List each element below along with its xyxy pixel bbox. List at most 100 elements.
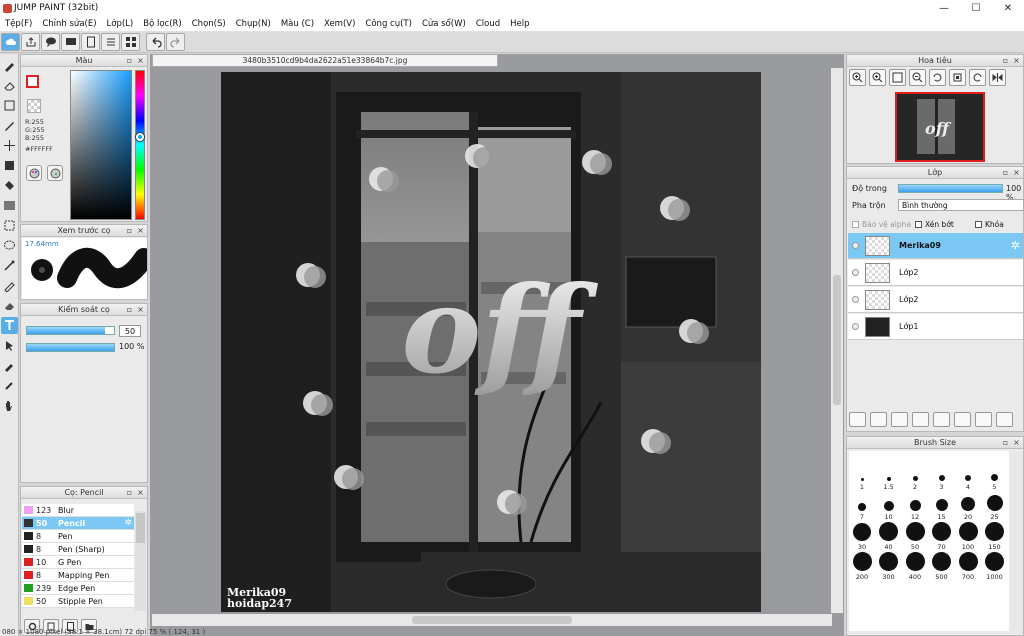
tool-lasso[interactable]	[1, 217, 18, 234]
panel-close-icon[interactable]: ×	[136, 305, 145, 314]
panel-float-icon[interactable]: ▫	[1001, 56, 1010, 65]
list-button[interactable]	[101, 33, 120, 51]
menu-file[interactable]: Tệp(F)	[0, 19, 37, 29]
brush-item[interactable]: 123 Blur	[22, 504, 134, 517]
brush-size-slider[interactable]	[26, 326, 115, 335]
rotate-right-button[interactable]	[969, 69, 986, 86]
brush-opacity-slider[interactable]	[26, 343, 115, 352]
gear-icon[interactable]: ✲	[1011, 239, 1020, 252]
duplicate-layer-button[interactable]	[954, 412, 971, 427]
undo-button[interactable]	[146, 33, 165, 51]
tool-eyedropper-2[interactable]	[1, 377, 18, 394]
visibility-toggle-icon[interactable]	[852, 323, 859, 330]
canvas-horizontal-scrollbar[interactable]	[152, 614, 832, 626]
brush-size-option[interactable]: 3	[929, 461, 955, 491]
menu-window[interactable]: Cửa sổ(W)	[417, 19, 471, 29]
brush-size-option[interactable]: 12	[902, 491, 928, 521]
protect-alpha-checkbox[interactable]: Bảo vệ alpha	[852, 220, 911, 229]
brush-size-option[interactable]: 100	[955, 521, 981, 551]
tool-select-eraser[interactable]	[1, 297, 18, 314]
close-button[interactable]: ✕	[992, 0, 1024, 16]
layer-row[interactable]: Lớp1	[848, 314, 1023, 340]
tool-fill[interactable]	[1, 177, 18, 194]
rotate-left-button[interactable]	[929, 69, 946, 86]
brush-size-option[interactable]: 1000	[982, 551, 1008, 581]
brush-size-option[interactable]: 10	[876, 491, 902, 521]
brush-item[interactable]: 8 Pen (Sharp)	[22, 543, 134, 556]
brush-size-option[interactable]: 25	[982, 491, 1008, 521]
tool-select-rect[interactable]	[1, 97, 18, 114]
zoom-in-2-button[interactable]	[869, 69, 886, 86]
menu-capture[interactable]: Chụp(N)	[231, 19, 276, 29]
visibility-toggle-icon[interactable]	[852, 242, 859, 249]
hue-slider[interactable]	[135, 70, 145, 220]
export-button[interactable]	[21, 33, 40, 51]
brush-size-option[interactable]: 40	[876, 521, 902, 551]
actual-size-button[interactable]	[949, 69, 966, 86]
minimize-button[interactable]: —	[928, 0, 960, 16]
brush-size-option[interactable]: 2	[902, 461, 928, 491]
new-layer-button[interactable]	[849, 412, 866, 427]
menu-color[interactable]: Màu (C)	[276, 19, 319, 29]
brush-item[interactable]: 50 Pencil ✲	[22, 517, 134, 530]
lock-checkbox[interactable]: Khóa	[975, 220, 1004, 229]
new-folder-button[interactable]	[933, 412, 950, 427]
brush-size-scrollbar[interactable]	[1011, 451, 1023, 631]
tool-free-select[interactable]	[1, 237, 18, 254]
tool-pen[interactable]	[1, 117, 18, 134]
brush-size-option[interactable]: 400	[902, 551, 928, 581]
navigator-thumbnail[interactable]: off	[895, 92, 985, 162]
brush-size-option[interactable]: 50	[902, 521, 928, 551]
menu-edit[interactable]: Chỉnh sửa(E)	[37, 19, 101, 29]
brush-size-option[interactable]: 30	[849, 521, 875, 551]
canvas-vertical-scrollbar[interactable]	[831, 68, 843, 613]
brush-size-option[interactable]: 15	[929, 491, 955, 521]
layer-row[interactable]: Lớp2	[848, 287, 1023, 313]
comment-button[interactable]	[41, 33, 60, 51]
clipping-checkbox[interactable]: Xén bớt	[915, 220, 954, 229]
panel-float-icon[interactable]: ▫	[125, 56, 134, 65]
transparent-color-swatch[interactable]	[27, 99, 41, 113]
panel-float-icon[interactable]: ▫	[1001, 168, 1010, 177]
panel-close-icon[interactable]: ×	[136, 488, 145, 497]
panel-close-icon[interactable]: ×	[136, 226, 145, 235]
hue-slider-handle[interactable]	[136, 133, 144, 141]
canvas-artwork[interactable]: off Merika09 hoidap247	[221, 72, 761, 612]
fit-window-button[interactable]	[889, 69, 906, 86]
visibility-toggle-icon[interactable]	[852, 296, 859, 303]
delete-layer-button[interactable]	[996, 412, 1013, 427]
panel-close-icon[interactable]: ×	[1012, 168, 1021, 177]
new-layer-1bit-button[interactable]	[891, 412, 908, 427]
tool-brush[interactable]	[1, 57, 18, 74]
document-tab[interactable]: 3480b3510cd9b4da2622a51e33864b7c.jpg	[152, 54, 498, 67]
gear-icon[interactable]: ✲	[124, 518, 132, 528]
flip-button[interactable]	[989, 69, 1006, 86]
brush-item[interactable]: 50 Stipple Pen	[22, 595, 134, 608]
tool-select-pen[interactable]	[1, 277, 18, 294]
tool-eraser[interactable]	[1, 77, 18, 94]
brush-item[interactable]: 10 G Pen	[22, 556, 134, 569]
zoom-in-button[interactable]	[849, 69, 866, 86]
layer-add-menu-button[interactable]	[912, 412, 929, 427]
tool-move[interactable]	[1, 137, 18, 154]
tool-hand[interactable]	[1, 397, 18, 414]
brush-size-option[interactable]: 1	[849, 461, 875, 491]
new-layer-8bit-button[interactable]	[870, 412, 887, 427]
menu-tools[interactable]: Công cụ(T)	[360, 19, 417, 29]
brush-item[interactable]: 8 Mapping Pen	[22, 569, 134, 582]
chat-button[interactable]	[61, 33, 80, 51]
grid-button[interactable]	[121, 33, 140, 51]
brush-item[interactable]: 8 Pen	[22, 530, 134, 543]
brush-size-option[interactable]: 700	[955, 551, 981, 581]
tool-shape[interactable]	[1, 157, 18, 174]
layer-row[interactable]: Lớp2	[848, 260, 1023, 286]
panel-float-icon[interactable]: ▫	[125, 488, 134, 497]
zoom-out-button[interactable]	[909, 69, 926, 86]
panel-float-icon[interactable]: ▫	[1001, 438, 1010, 447]
menu-layer[interactable]: Lớp(L)	[102, 19, 139, 29]
brush-size-option[interactable]: 300	[876, 551, 902, 581]
redo-button[interactable]	[166, 33, 185, 51]
tool-magic-wand[interactable]	[1, 257, 18, 274]
panel-close-icon[interactable]: ×	[136, 56, 145, 65]
brush-size-option[interactable]: 5	[982, 461, 1008, 491]
